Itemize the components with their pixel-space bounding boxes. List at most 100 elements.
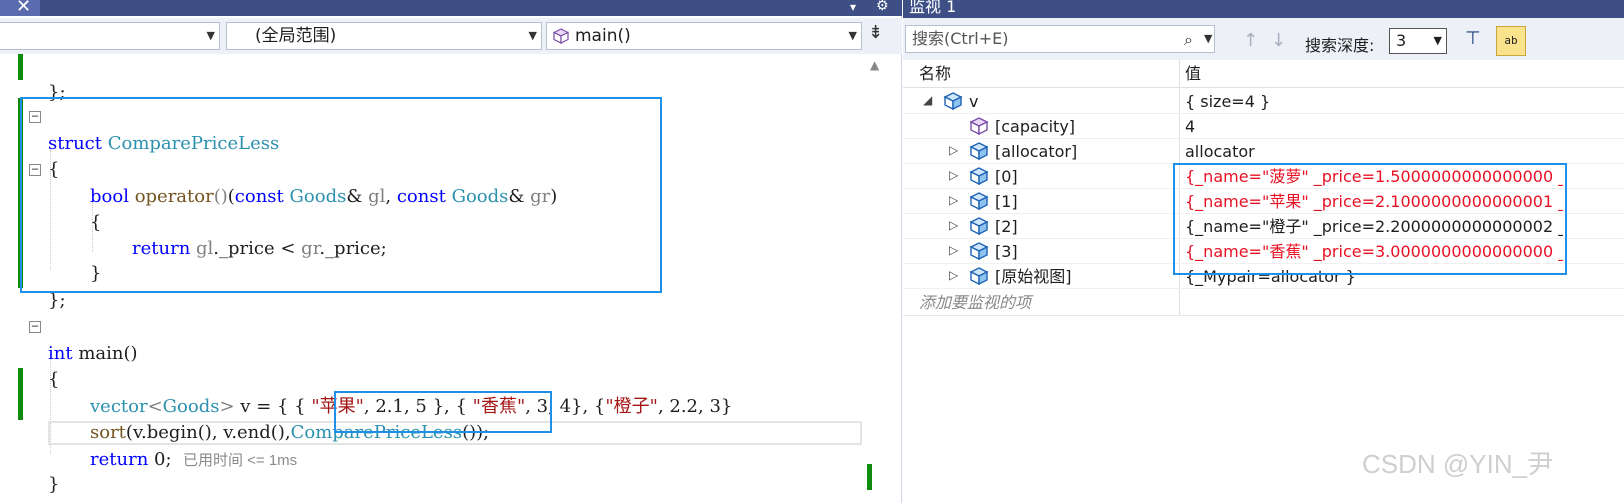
code-line: }; — [0, 54, 66, 103]
close-tab-icon[interactable]: ✕ — [0, 0, 40, 16]
function-name: sort — [90, 422, 126, 443]
code-token: { — [48, 369, 60, 390]
gear-icon[interactable]: ⚙ — [876, 0, 889, 14]
chevron-down-icon[interactable]: ▼ — [1204, 26, 1212, 52]
code-token: < — [147, 396, 163, 417]
highlight-box-struct — [20, 97, 662, 293]
watch-item-name: [capacity] — [995, 117, 1076, 136]
watch-item-name: [1] — [995, 192, 1018, 211]
search-placeholder: 搜索(Ctrl+E) — [912, 29, 1009, 48]
code-line: return 0; 已用时间 <= 1ms — [0, 421, 297, 470]
watch-title: 监视 1 — [903, 0, 1624, 18]
code-editor-pane: ✕ ▾ ⚙ ▼ (全局范围) ▼ main() ▼ ⇟}; − struct … — [0, 0, 902, 503]
expand-arrow-icon[interactable]: ▷ — [949, 168, 958, 182]
method-cube-icon — [553, 28, 569, 44]
object-cube-icon — [969, 167, 989, 186]
object-cube-icon — [969, 217, 989, 236]
scope-dropdown[interactable]: (全局范围) ▼ — [226, 22, 542, 50]
object-cube-icon — [943, 92, 963, 111]
watch-item-value[interactable]: allocator — [1185, 139, 1563, 164]
watch-row[interactable]: [capacity] 4 — [903, 114, 1624, 139]
code-token: .begin(), — [141, 422, 224, 443]
object-cube-icon — [969, 142, 989, 161]
keyword-int: int — [48, 343, 73, 364]
view-format-icon[interactable]: ab — [1496, 26, 1526, 56]
string-literal: "橙子" — [605, 396, 658, 417]
editor-tab-bar: ✕ ▾ ⚙ — [0, 0, 902, 16]
watch-column-header: 名称 值 — [903, 60, 1624, 88]
member-value: main() — [575, 26, 631, 46]
watch-row[interactable]: ▷ [allocator] allocator — [903, 139, 1624, 164]
arrow-down-icon[interactable]: ↓ — [1271, 30, 1286, 51]
highlight-box-comparator — [334, 391, 552, 433]
chevron-down-icon: ▼ — [206, 29, 215, 42]
type-name: Goods — [162, 396, 220, 417]
code-token: > — [219, 396, 235, 417]
type-name: vector — [90, 396, 148, 417]
object-cube-icon — [969, 267, 989, 286]
watch-item-name: [2] — [995, 217, 1018, 236]
function-name: main — [78, 343, 124, 364]
expand-arrow-icon[interactable]: ▷ — [949, 268, 958, 282]
watch-item-value[interactable]: 4 — [1185, 114, 1563, 139]
arrow-up-icon[interactable]: ↑ — [1243, 30, 1258, 51]
expand-arrow-icon[interactable]: ▷ — [949, 143, 958, 157]
code-token: , 2.2, 3} — [657, 396, 733, 417]
add-watch-placeholder: 添加要监视的项 — [919, 293, 1032, 312]
watch-item-name: [allocator] — [995, 142, 1078, 161]
object-cube-icon — [969, 242, 989, 261]
chevron-down-icon: ▼ — [528, 29, 537, 42]
search-depth-select[interactable]: 3 ▼ — [1389, 28, 1447, 54]
project-scope-dropdown[interactable]: ▼ — [0, 22, 220, 50]
watch-toolbar: 搜索(Ctrl+E) ⌕ ▼ ↑ ↓ 搜索深度: 3 ▼ ⊤ ab — [903, 18, 1624, 60]
tab-dropdown-icon[interactable]: ▾ — [850, 0, 856, 14]
chevron-down-icon: ▼ — [1433, 34, 1442, 47]
object-cube-icon — [969, 192, 989, 211]
code-line: vector<Goods> v = { { "苹果", 2.1, 5 }, { … — [0, 368, 732, 417]
code-text: return 0; 已用时间 <= 1ms — [90, 447, 297, 474]
search-depth-label: 搜索深度: — [1305, 36, 1375, 55]
elapsed-time-hint: 已用时间 <= 1ms — [182, 452, 298, 469]
watch-item-name: [3] — [995, 242, 1018, 261]
scroll-up-icon[interactable]: ▲ — [870, 58, 879, 72]
code-line: } — [0, 446, 59, 495]
code-token: () — [123, 343, 138, 364]
code-token: .end(), — [231, 422, 291, 443]
code-token: v = { { — [234, 396, 312, 417]
property-cube-icon — [969, 117, 989, 136]
pin-icon[interactable]: ⊤ — [1465, 28, 1481, 49]
watch-item-value[interactable]: { size=4 } — [1185, 89, 1563, 114]
chevron-down-icon: ▼ — [848, 29, 857, 42]
expand-arrow-icon[interactable]: ▷ — [949, 218, 958, 232]
watch-item-name: v — [969, 92, 979, 111]
watch-window: 监视 1 搜索(Ctrl+E) ⌕ ▼ ↑ ↓ 搜索深度: 3 ▼ ⊤ ab 名… — [903, 0, 1624, 503]
highlight-box-elements — [1173, 163, 1567, 275]
split-editor-icon[interactable]: ⇟ — [868, 22, 883, 43]
collapse-arrow-icon[interactable]: ◢ — [923, 93, 932, 107]
watch-item-name: [0] — [995, 167, 1018, 186]
code-token: ( — [125, 422, 133, 443]
vertical-scrollbar[interactable] — [864, 54, 888, 503]
code-line: { — [0, 341, 59, 390]
keyword-return: return — [90, 449, 149, 470]
code-text: int main() — [48, 341, 138, 367]
code-line: int main() — [0, 315, 138, 364]
search-icon[interactable]: ⌕ — [1184, 27, 1193, 53]
code-token: 0; — [148, 449, 172, 470]
watermark: CSDN @YIN_尹 — [1362, 449, 1554, 479]
member-dropdown[interactable]: main() ▼ — [546, 22, 862, 50]
code-token: v — [132, 422, 141, 443]
watch-search-input[interactable]: 搜索(Ctrl+E) ⌕ ▼ — [905, 25, 1215, 53]
column-value-header[interactable]: 值 — [1185, 60, 1201, 88]
add-watch-row[interactable]: 添加要监视的项 — [903, 290, 1624, 316]
code-token: } — [48, 474, 60, 495]
navigation-bar: ▼ (全局范围) ▼ main() ▼ — [0, 18, 902, 54]
expand-arrow-icon[interactable]: ▷ — [949, 243, 958, 257]
search-depth-value: 3 — [1396, 31, 1407, 50]
expand-arrow-icon[interactable]: ▷ — [949, 193, 958, 207]
column-name-header[interactable]: 名称 — [919, 60, 951, 88]
watch-item-name: [原始视图] — [995, 267, 1072, 286]
watch-row[interactable]: ◢ v { size=4 } — [903, 89, 1624, 114]
scroll-change-marker — [867, 464, 872, 490]
scope-value: (全局范围) — [255, 26, 337, 46]
